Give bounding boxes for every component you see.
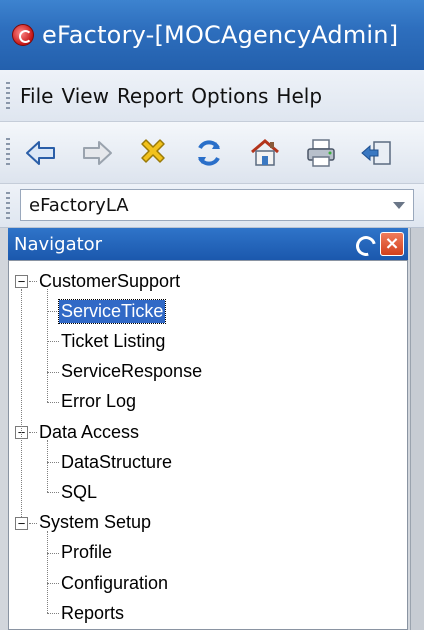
navigator-panel: Navigator × − CustomerSupport ServiceTicke… [0,228,424,630]
tree-node-label: Error Log [61,391,137,412]
chevron-down-icon[interactable] [393,202,405,209]
menu-grip-handle[interactable] [6,82,10,110]
tree-connector [29,281,37,282]
home-button[interactable] [246,134,284,172]
tree-node-label: CustomerSupport [39,270,181,291]
delete-x-icon [141,138,165,163]
app-window: eFactory-[MOCAgencyAdmin] File View Repo… [0,0,424,630]
tree-node-label: SQL [61,481,98,502]
tree-node-label: ServiceTicke [57,298,167,324]
navigator-tree: − CustomerSupport ServiceTicke Ticket Listi… [8,260,408,630]
close-icon[interactable]: × [380,232,404,256]
site-select[interactable]: eFactoryLA [20,189,414,221]
tree-connector [47,613,59,615]
menu-view[interactable]: View [61,84,108,108]
toolbar-grip-handle[interactable] [6,138,10,166]
tree-node-sql[interactable]: SQL [59,478,99,506]
app-logo-icon [12,24,34,46]
forward-arrow-icon [83,140,112,165]
tree-node-error-log[interactable]: Error Log [59,388,138,416]
back-arrow-icon [26,140,55,165]
tree-connector [47,341,59,343]
tree-connector [47,440,48,493]
menu-options[interactable]: Options [191,84,268,108]
toolbar [0,122,424,184]
navigator-header: Navigator × [8,228,408,260]
print-button[interactable] [302,134,340,172]
tree-node-datastructure[interactable]: DataStructure [59,448,174,476]
menu-bar: File View Report Options Help [0,70,424,122]
tree-connector [47,401,59,403]
tree-connector [47,492,59,494]
tree-connector [47,311,59,313]
combo-bar: eFactoryLA [0,184,424,228]
tree-node-customersupport[interactable]: CustomerSupport [37,267,182,295]
home-icon [251,138,279,166]
window-title: eFactory-[MOCAgencyAdmin] [42,21,399,49]
navigator-title: Navigator [14,233,103,255]
menu-help[interactable]: Help [276,84,322,108]
delete-button[interactable] [134,134,172,172]
refresh-icon [198,139,220,166]
tree-connector [47,371,59,373]
tree-node-configuration[interactable]: Configuration [59,569,170,597]
forward-button[interactable] [78,134,116,172]
tree-node-system-setup[interactable]: System Setup [37,509,153,537]
tree-connector [47,462,59,464]
tree-node-reports[interactable]: Reports [59,599,126,627]
panel-splitter[interactable] [410,228,424,630]
title-bar[interactable]: eFactory-[MOCAgencyAdmin] [0,0,424,70]
tree-connector [47,552,59,554]
refresh-button[interactable] [190,134,228,172]
tree-node-label: DataStructure [61,451,173,472]
tree-connector [47,530,48,614]
tree-node-label: Data Access [39,421,140,442]
tree-node-label: ServiceResponse [61,361,203,382]
combo-grip-handle[interactable] [6,192,10,220]
site-select-value: eFactoryLA [29,194,129,216]
tree-node-label: Configuration [61,572,169,593]
print-icon [307,138,335,167]
collapse-toggle-icon[interactable]: − [15,516,28,530]
tree-node-label: Reports [61,602,125,623]
tree-node-ticket-listing[interactable]: Ticket Listing [59,327,167,355]
menu-report[interactable]: Report [117,84,183,108]
tree-connector [47,289,48,402]
menu-file[interactable]: File [20,84,53,108]
tree-node-serviceticke[interactable]: ServiceTicke [57,297,167,325]
tree-node-serviceresponse[interactable]: ServiceResponse [59,358,204,386]
collapse-toggle-icon[interactable]: − [15,275,28,288]
import-button[interactable] [358,134,396,172]
tree-node-label: Profile [61,542,113,563]
tree-connector [21,289,22,517]
tree-connector [29,522,37,524]
tree-node-label: Ticket Listing [61,330,166,351]
import-icon [361,140,391,165]
tree-node-profile[interactable]: Profile [59,539,114,567]
pin-icon[interactable] [352,232,376,256]
tree-node-data-access[interactable]: Data Access [37,418,141,446]
tree-connector [29,432,37,433]
tree-connector [47,583,59,584]
tree-node-label: System Setup [39,512,152,533]
back-button[interactable] [22,134,60,172]
